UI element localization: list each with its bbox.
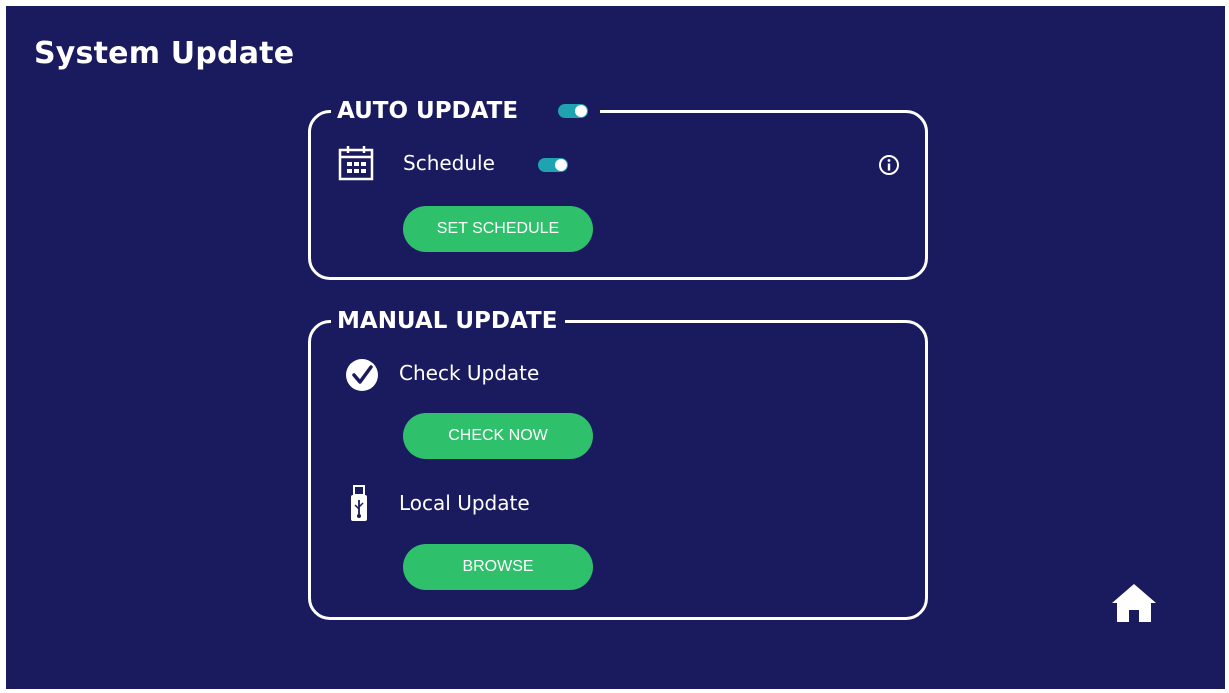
auto-update-heading: AUTO UPDATE — [337, 98, 519, 124]
check-circle-icon — [346, 359, 378, 391]
check-now-button[interactable]: CHECK NOW — [403, 413, 593, 459]
page-title: System Update — [34, 36, 295, 71]
info-icon[interactable] — [878, 154, 900, 176]
system-update-screen: System Update AUTO UPDATE Schedule SET S… — [6, 6, 1225, 689]
manual-update-legend: MANUAL UPDATE — [331, 303, 566, 339]
browse-button[interactable]: BROWSE — [403, 544, 593, 590]
manual-update-heading: MANUAL UPDATE — [337, 308, 558, 334]
schedule-label: Schedule — [403, 151, 495, 175]
manual-update-group: MANUAL UPDATE Check Update CHECK NOW Loc… — [308, 303, 928, 620]
auto-update-legend: AUTO UPDATE — [331, 93, 601, 129]
auto-update-group: AUTO UPDATE Schedule SET SCHEDULE — [308, 93, 928, 280]
check-update-label: Check Update — [399, 361, 540, 385]
set-schedule-button[interactable]: SET SCHEDULE — [403, 206, 593, 252]
local-update-label: Local Update — [399, 491, 530, 515]
home-icon[interactable] — [1111, 582, 1157, 624]
auto-update-toggle[interactable] — [558, 104, 589, 118]
usb-drive-icon — [351, 485, 367, 521]
calendar-icon — [338, 146, 374, 181]
schedule-toggle[interactable] — [538, 158, 568, 172]
